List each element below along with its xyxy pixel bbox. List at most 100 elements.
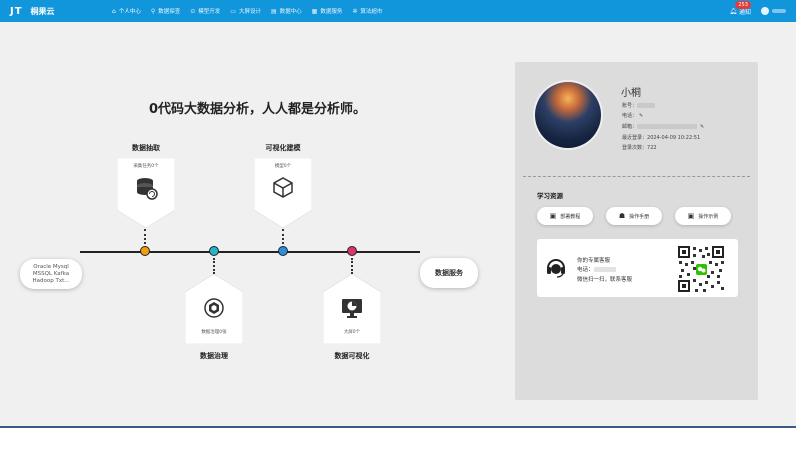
edit-icon[interactable]: ✎ (639, 113, 643, 119)
user-name-redacted (772, 9, 786, 13)
redacted-value (637, 124, 698, 129)
profile-last-login: 最近登录：2024-04-09 10:22:51 (622, 134, 700, 141)
edit-icon[interactable]: ✎ (700, 124, 704, 130)
profile-account: 账号： (622, 102, 656, 109)
nav-item-model-dev[interactable]: ⊙ 模型开发 (190, 0, 220, 22)
phone-label: 电话： (622, 113, 638, 119)
user-guide-icon: ☗ (618, 212, 626, 220)
bottom-border (0, 426, 796, 428)
operation-example-button[interactable]: ▣ 操作示例 (675, 207, 731, 225)
last-login-label: 最近登录： (622, 135, 648, 141)
wechat-qr-code[interactable] (677, 245, 725, 293)
nav-item-data-center[interactable]: ▤ 数据中心 (271, 0, 302, 22)
button-label: 部署教程 (560, 213, 581, 220)
step-title-modeling: 可视化建模 (265, 144, 301, 152)
connector-visual (351, 258, 355, 274)
data-service-pill[interactable]: 数据服务 (420, 258, 478, 288)
database-sync-icon (137, 178, 158, 200)
user-manual-button[interactable]: ☗ 操作手册 (606, 207, 662, 225)
nav-item-algorithm-market[interactable]: ✲ 算法超市 (352, 0, 382, 22)
book-icon: ▣ (549, 212, 557, 220)
step-sub-govern: 数据治理0张 (201, 330, 227, 335)
nav-item-label: 个人中心 (118, 9, 141, 15)
main-nav: ⌂ 个人中心 ⚲ 数据探查 ⊙ 模型开发 ▭ 大屏设计 ▤ 数据中心 ▦ 数据服… (102, 0, 382, 22)
source-line: Oracle Mysql (33, 263, 69, 270)
account-label: 账号： (622, 103, 638, 109)
slogan: 0代码大数据分析，人人都是分析师。 (148, 102, 367, 117)
data-service-icon: ▦ (311, 7, 318, 15)
step-title-extract: 数据抽取 (132, 144, 160, 152)
button-label: 操作手册 (629, 213, 650, 220)
top-navbar: JT 桐果云 ⌂ 个人中心 ⚲ 数据探查 ⊙ 模型开发 ▭ 大屏设计 ▤ 数据中… (0, 0, 796, 22)
source-line: Hadoop Txt... (32, 277, 70, 284)
flow-node-modeling[interactable] (278, 246, 288, 256)
email-label: 邮箱： (622, 124, 638, 130)
login-count-label: 登录次数： (622, 145, 648, 151)
service-phone-label: 电话： (577, 267, 594, 273)
profile-panel: 小桐 账号： 电话： ✎ 邮箱： ✎ 最近登录：2024-04-09 10:22:5… (515, 62, 758, 400)
nav-item-data-service[interactable]: ▦ 数据服务 (312, 0, 343, 22)
nav-item-label: 数据中心 (279, 9, 302, 15)
step-card-visual[interactable]: 大屏0个 (322, 273, 382, 348)
step-card-extract[interactable]: 采集任务0个 (116, 157, 176, 232)
button-label: 操作示例 (698, 213, 719, 220)
governance-icon (204, 298, 224, 318)
cube-icon (273, 177, 293, 198)
dashboard-icon (342, 299, 362, 318)
algorithm-icon: ✲ (352, 7, 358, 15)
nav-item-personal-center[interactable]: ⌂ 个人中心 (112, 0, 141, 22)
headset-icon (545, 256, 567, 283)
nav-item-label: 算法超市 (360, 9, 383, 15)
source-line: MSSQL Kafka (32, 270, 70, 277)
profile-login-count: 登录次数：722 (622, 144, 657, 151)
brand-name: 桐果云 (30, 6, 55, 16)
data-center-icon: ▤ (270, 7, 277, 15)
home-icon: ⌂ (112, 7, 116, 15)
flow-node-visual[interactable] (347, 246, 357, 256)
monitor-icon: ▭ (230, 7, 236, 15)
search-icon: ⚲ (150, 7, 156, 15)
flow-line (80, 251, 420, 253)
profile-email: 邮箱： ✎ (622, 123, 704, 130)
nav-item-label: 数据服务 (320, 9, 343, 15)
deploy-tutorial-button[interactable]: ▣ 部署教程 (537, 207, 593, 225)
notification-badge: 253 (735, 0, 751, 9)
user-menu[interactable] (761, 7, 786, 15)
step-title-govern: 数据治理 (200, 352, 228, 360)
nav-item-data-explore[interactable]: ⚲ 数据探查 (151, 0, 180, 22)
user-avatar-icon (761, 7, 769, 15)
service-label: 数据服务 (435, 269, 463, 277)
brand-logo: JT (10, 5, 23, 17)
profile-name: 小桐 (621, 88, 641, 99)
avatar[interactable] (535, 82, 601, 148)
customer-service-card: 你的专属客服 电话： 微信扫一扫，联系客服 (537, 239, 738, 297)
service-phone: 电话： (577, 265, 616, 273)
redacted-value (637, 103, 656, 108)
redacted-value (593, 267, 616, 272)
model-icon: ⊙ (190, 7, 196, 15)
header-tools: 🔔︎ 253 通知 (729, 0, 786, 22)
connector-govern (213, 258, 217, 274)
service-hours: 微信扫一扫，联系客服 (577, 277, 633, 283)
video-icon: ▣ (687, 212, 695, 220)
nav-item-label: 数据探查 (158, 9, 181, 15)
flow-node-extract[interactable] (140, 246, 150, 256)
notification-button[interactable]: 🔔︎ 253 通知 (729, 0, 751, 16)
step-title-visual: 数据可视化 (334, 352, 370, 360)
last-login-value: 2024-04-09 10:22:51 (647, 135, 701, 141)
step-card-govern[interactable]: 数据治理0张 (184, 273, 244, 348)
panel-divider (523, 176, 750, 177)
step-card-modeling[interactable]: 模型0个 (253, 157, 313, 232)
bell-icon: 🔔︎ (729, 7, 737, 15)
main-content: 0代码大数据分析，人人都是分析师。 Oracle Mysql MSSQL Kaf… (0, 22, 796, 426)
step-sub-visual: 大屏0个 (343, 330, 361, 335)
data-source-pill[interactable]: Oracle Mysql MSSQL Kafka Hadoop Txt... (20, 259, 82, 289)
resources-title: 学习资源 (537, 192, 563, 200)
flow-node-govern[interactable] (209, 246, 219, 256)
step-sub-extract: 采集任务0个 (133, 164, 159, 169)
nav-item-screen-design[interactable]: ▭ 大屏设计 (230, 0, 261, 22)
brand[interactable]: JT 桐果云 (0, 6, 102, 17)
service-title: 你的专属客服 (577, 258, 611, 264)
nav-item-label: 大屏设计 (238, 9, 261, 15)
step-sub-modeling: 模型0个 (274, 164, 292, 169)
